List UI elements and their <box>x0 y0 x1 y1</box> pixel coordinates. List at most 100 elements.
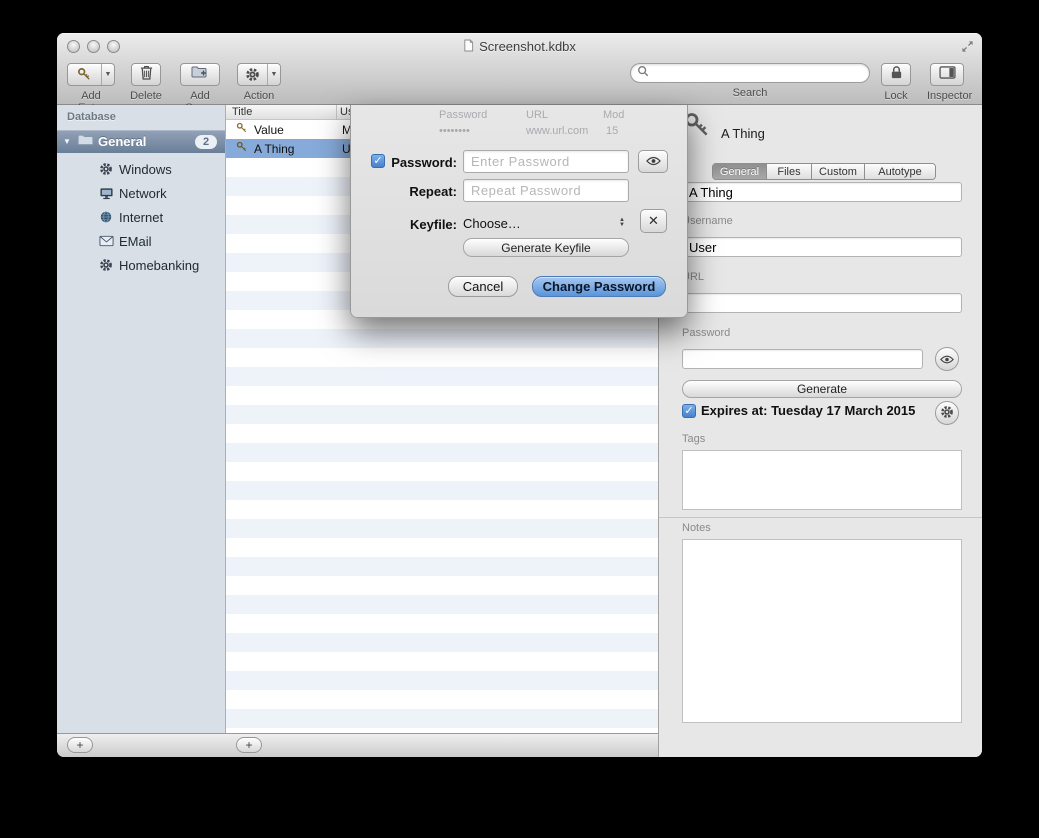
sidebar-header: Database <box>67 111 116 123</box>
list-stripe <box>226 348 658 367</box>
ghost-column-password: Password <box>439 109 487 121</box>
generate-keyfile-button[interactable]: Generate Keyfile <box>463 238 629 257</box>
sidebar-item-label: Windows <box>119 162 172 177</box>
delete-label: Delete <box>129 90 163 102</box>
sidebar-item-network[interactable]: Network <box>57 181 225 205</box>
lock-icon <box>890 65 903 85</box>
list-stripe <box>226 424 658 443</box>
disclosure-triangle-icon[interactable]: ▼ <box>57 137 77 146</box>
sheet-reveal-password-button[interactable] <box>638 150 668 173</box>
desktop-background: Screenshot.kdbx ▼ Add Entry <box>0 0 1039 838</box>
globe-icon <box>97 210 115 224</box>
search-input[interactable] <box>653 66 863 80</box>
tab-autotype[interactable]: Autotype <box>864 164 935 179</box>
expires-settings-button[interactable] <box>935 401 959 425</box>
list-stripe <box>226 367 658 386</box>
sidebar-item-label: Homebanking <box>119 258 199 273</box>
expires-row: ✓ Expires at: Tuesday 17 March 2015 <box>682 403 915 418</box>
key-icon <box>236 122 248 137</box>
list-stripe <box>226 614 658 633</box>
tags-label: Tags <box>682 433 705 445</box>
list-stripe <box>226 329 658 348</box>
envelope-icon <box>97 235 115 247</box>
list-stripe <box>226 557 658 576</box>
cancel-button[interactable]: Cancel <box>448 276 518 297</box>
keyfile-popup-value: Choose… <box>463 216 521 231</box>
column-header-title[interactable]: Title <box>232 106 252 118</box>
sidebar-item-label: Network <box>119 186 167 201</box>
search-icon <box>637 64 649 82</box>
add-folder-icon <box>191 65 209 84</box>
sidebar-item-label: EMail <box>119 234 152 249</box>
sheet-keyfile-label: Keyfile: <box>389 217 457 232</box>
password-field[interactable] <box>682 349 923 369</box>
fullscreen-icon[interactable] <box>961 40 974 58</box>
sheet-password-input[interactable] <box>463 150 629 173</box>
section-divider <box>659 517 982 518</box>
list-stripe <box>226 500 658 519</box>
sidebar-item-homebanking[interactable]: Homebanking <box>57 253 225 277</box>
tab-files[interactable]: Files <box>766 164 811 179</box>
bottom-bar: + + <box>57 733 658 757</box>
add-entry-plus-button[interactable]: + <box>236 737 262 753</box>
password-enable-checkbox[interactable]: ✓ <box>371 154 385 168</box>
entry-title: A Thing <box>254 142 338 156</box>
list-stripe <box>226 576 658 595</box>
url-field[interactable] <box>682 293 962 313</box>
clear-keyfile-button[interactable]: ✕ <box>640 209 667 233</box>
username-label: Username <box>682 215 733 227</box>
search-label: Search <box>630 87 870 99</box>
list-stripe <box>226 538 658 557</box>
inspector-tabs: General Files Custom Autotype <box>712 163 936 180</box>
sidebar-item-email[interactable]: EMail <box>57 229 225 253</box>
sidebar-group-general[interactable]: ▼ General 2 <box>57 130 225 153</box>
add-group-plus-button[interactable]: + <box>67 737 93 753</box>
list-stripe <box>226 652 658 671</box>
sheet-password-label: Password: <box>389 155 457 170</box>
inspector-button[interactable] <box>930 63 964 86</box>
document-icon <box>463 39 474 55</box>
action-button[interactable]: ▼ <box>237 63 281 86</box>
add-group-button[interactable] <box>180 63 220 86</box>
list-stripe <box>226 709 658 728</box>
gear-icon <box>238 64 267 85</box>
search-field[interactable] <box>630 63 870 83</box>
column-divider[interactable] <box>336 105 337 120</box>
sidebar: Database ▼ General 2 Windows Network <box>57 105 226 733</box>
list-stripe <box>226 443 658 462</box>
sheet-repeat-label: Repeat: <box>389 184 457 199</box>
inspector-panel-icon <box>939 66 956 84</box>
inspector-panel: A Thing General Files Custom Autotype Us… <box>658 105 982 757</box>
add-entry-button[interactable]: ▼ <box>67 63 115 86</box>
gear-icon <box>97 258 115 272</box>
tab-general[interactable]: General <box>713 164 766 179</box>
sidebar-item-internet[interactable]: Internet <box>57 205 225 229</box>
inspector-entry-title: A Thing <box>721 126 765 141</box>
title-field[interactable] <box>682 182 962 202</box>
reveal-password-button[interactable] <box>935 347 959 371</box>
tab-custom[interactable]: Custom <box>811 164 864 179</box>
sheet-repeat-input[interactable] <box>463 179 629 202</box>
inspector-label: Inspector <box>927 90 967 102</box>
sidebar-item-windows[interactable]: Windows <box>57 157 225 181</box>
close-icon: ✕ <box>648 213 659 229</box>
lock-button[interactable] <box>881 63 911 86</box>
list-stripe <box>226 595 658 614</box>
list-stripe <box>226 386 658 405</box>
generate-password-button[interactable]: Generate <box>682 380 962 398</box>
key-icon <box>68 64 101 85</box>
expires-checkbox[interactable]: ✓ <box>682 404 696 418</box>
change-password-button[interactable]: Change Password <box>532 276 666 297</box>
delete-button[interactable] <box>131 63 161 86</box>
sidebar-item-label: Internet <box>119 210 163 225</box>
list-stripe <box>226 519 658 538</box>
ghost-modified-value: 15 <box>606 125 618 137</box>
password-label: Password <box>682 327 730 339</box>
action-label: Action <box>237 90 281 102</box>
notes-field[interactable] <box>682 539 962 723</box>
username-field[interactable] <box>682 237 962 257</box>
eye-icon <box>646 155 661 169</box>
keyfile-popup[interactable]: Choose… ▲▼ <box>463 212 629 234</box>
ghost-column-url: URL <box>526 109 548 121</box>
tags-field[interactable] <box>682 450 962 510</box>
